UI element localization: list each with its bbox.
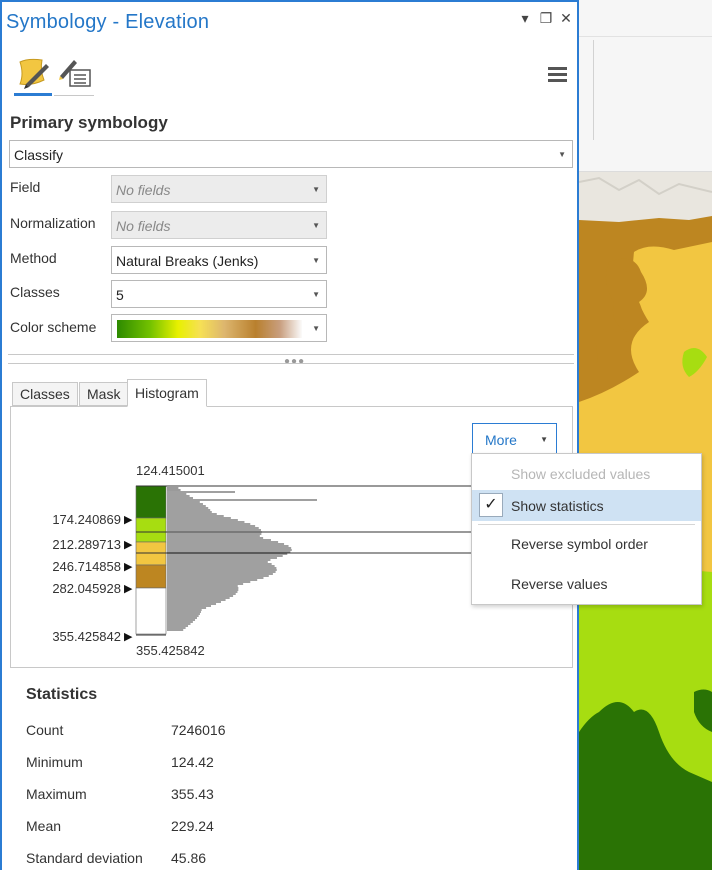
break-value-1: 174.240869 (52, 512, 121, 527)
break-handle-3[interactable]: ▶ (124, 560, 132, 573)
menu-item-label: Show excluded values (511, 466, 651, 482)
vary-symbology-tab[interactable] (58, 56, 94, 92)
menu-item-show-excluded-values: Show excluded values (472, 458, 701, 489)
chevron-down-icon: ▼ (312, 221, 320, 230)
close-icon[interactable]: ✕ (557, 10, 575, 27)
ribbon-separator (593, 40, 594, 140)
break-value-3: 246.714858 (52, 559, 121, 574)
classes-select[interactable]: 5 ▼ (111, 280, 327, 308)
stat-label-mean: Mean (26, 818, 62, 834)
method-label: Method (10, 250, 57, 266)
chevron-down-icon: ▼ (558, 150, 566, 159)
section-divider (8, 354, 574, 355)
classes-label: Classes (10, 284, 60, 300)
chevron-down-icon: ▼ (312, 185, 320, 194)
chevron-down-icon: ▼ (312, 256, 320, 265)
color-scheme-label: Color scheme (10, 319, 97, 335)
chevron-down-icon: ▼ (540, 435, 548, 444)
field-value: No fields (116, 182, 171, 198)
break-value-4: 282.045928 (52, 581, 121, 596)
method-select[interactable]: Natural Breaks (Jenks) ▼ (111, 246, 327, 274)
break-handle-5: ▶ (124, 631, 133, 643)
classes-value: 5 (116, 287, 124, 303)
field-select: No fields ▼ (111, 175, 327, 203)
renderer-select[interactable]: Classify ▼ (9, 140, 573, 168)
chevron-down-icon: ▼ (312, 324, 320, 333)
histogram-max-label: 355.425842 (136, 643, 205, 658)
tab-histogram[interactable]: Histogram (127, 379, 207, 407)
break-handle-1[interactable]: ▶ (124, 513, 132, 526)
break-handle-2[interactable]: ▶ (124, 538, 132, 551)
chevron-down-icon: ▼ (312, 290, 320, 299)
map-ribbon (579, 0, 712, 172)
statistics-heading: Statistics (26, 686, 98, 703)
color-ramp-swatch (117, 320, 302, 338)
resize-grip-icon[interactable]: ●●● (284, 356, 305, 367)
menu-item-show-statistics[interactable]: ✓ Show statistics (472, 490, 701, 521)
renderer-value: Classify (14, 147, 64, 163)
primary-symbology-tab[interactable] (16, 56, 52, 92)
vary-symbology-icon (59, 60, 91, 87)
more-dropdown-menu: Show excluded values ✓ Show statistics R… (471, 453, 702, 605)
more-button-label: More (485, 432, 517, 448)
field-label: Field (10, 179, 41, 195)
tab-baseline (54, 95, 94, 96)
symbology-pane: Symbology - Elevation ▾ ❐ ✕ Primary symb… (0, 0, 579, 870)
menu-separator (478, 524, 695, 525)
stat-value-count: 7246016 (171, 722, 226, 738)
active-tab-indicator (14, 93, 52, 96)
pane-title: Symbology - Elevation (6, 11, 210, 33)
more-button[interactable]: More ▼ (472, 423, 557, 454)
method-value: Natural Breaks (Jenks) (116, 253, 259, 269)
normalization-value: No fields (116, 218, 171, 234)
stat-value-mean: 229.24 (171, 818, 214, 834)
stat-label-count: Count (26, 722, 64, 738)
break-handle-4[interactable]: ▶ (124, 582, 132, 595)
menu-item-reverse-values[interactable]: Reverse values (472, 568, 701, 599)
normalization-label: Normalization (10, 215, 96, 231)
map-view[interactable] (579, 0, 712, 870)
tab-mask[interactable]: Mask (79, 382, 129, 406)
stat-value-minimum: 124.42 (171, 754, 214, 770)
ribbon-divider (579, 36, 712, 37)
checkmark-icon: ✓ (479, 493, 503, 517)
stat-label-minimum: Minimum (26, 754, 83, 770)
stat-label-maximum: Maximum (26, 786, 87, 802)
menu-item-label: Show statistics (511, 498, 604, 514)
stat-value-std-dev: 45.86 (171, 850, 207, 866)
menu-item-label: Reverse symbol order (511, 536, 648, 552)
color-scheme-select[interactable]: ▼ (111, 314, 327, 342)
maximize-icon[interactable]: ❐ (537, 10, 555, 27)
normalization-select: No fields ▼ (111, 211, 327, 239)
break-value-5: 355.425842 (52, 629, 121, 644)
dropdown-icon[interactable]: ▾ (516, 10, 534, 27)
stat-label-std-dev: Standard deviation (26, 850, 143, 866)
histogram-min-label: 124.415001 (136, 463, 205, 478)
menu-item-reverse-symbol-order[interactable]: Reverse symbol order (472, 528, 701, 559)
primary-symbology-icon (19, 58, 49, 89)
menu-item-label: Reverse values (511, 576, 608, 592)
break-value-2: 212.289713 (52, 537, 121, 552)
section-divider (8, 363, 574, 364)
primary-symbology-heading: Primary symbology (10, 113, 168, 132)
stat-value-maximum: 355.43 (171, 786, 214, 802)
tab-classes[interactable]: Classes (12, 382, 78, 406)
hamburger-menu-icon[interactable] (548, 67, 568, 83)
